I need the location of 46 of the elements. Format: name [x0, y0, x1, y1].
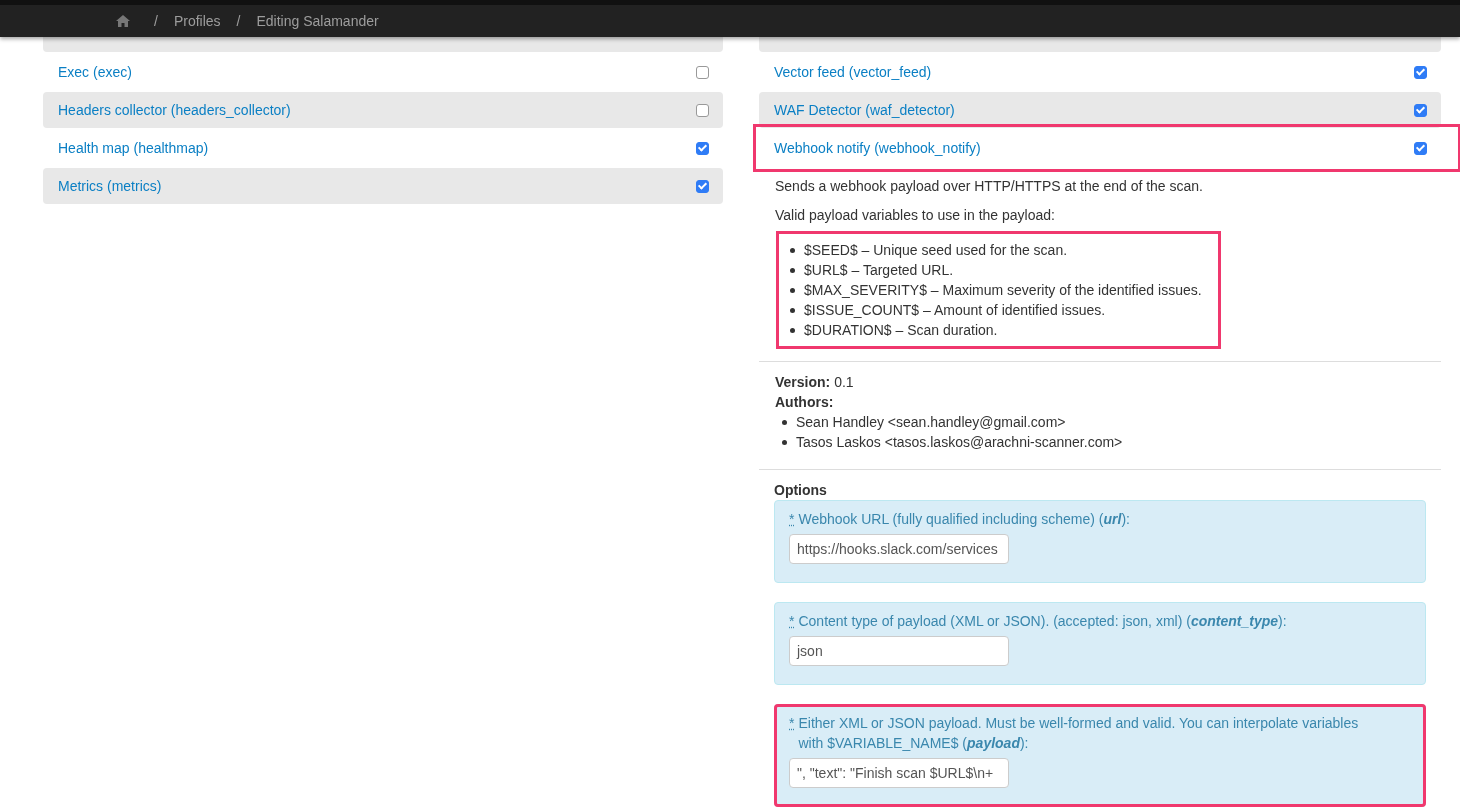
options-heading: Options — [774, 481, 828, 500]
option-label: Content type of payload (XML or JSON). (accepted: json, xml) (content_type): — [798, 612, 1287, 631]
required-mark: * — [789, 714, 795, 733]
list-item-text: Sean Handley <sean.handley@gmail.com> — [796, 413, 1066, 432]
required-mark: * — [789, 612, 795, 631]
plugin-link[interactable]: Metrics (metrics) — [58, 178, 162, 194]
bullet-icon — [782, 439, 787, 445]
option-label: Either XML or JSON payload. Must be well-formed and valid. You can interpolate variables with $VARIABLE_NAME$ (payload): — [798, 714, 1360, 753]
plugin-link[interactable]: Webhook notify (webhook_notify) — [774, 140, 981, 156]
bullet-icon — [782, 419, 787, 425]
checkbox[interactable] — [696, 141, 709, 155]
input-field[interactable]: https://hooks.slack.com/services — [789, 534, 1009, 564]
option-label: Webhook URL (fully qualified including scheme) (url): — [798, 510, 1130, 529]
list-item-text: $URL$ – Targeted URL. — [804, 261, 954, 280]
plugin-link[interactable]: Headers collector (headers_collector) — [58, 102, 291, 118]
plugin-link[interactable]: Vector feed (vector_feed) — [774, 64, 932, 80]
list-item-text: $MAX_SEVERITY$ – Maximum severity of the identified issues. — [804, 281, 1202, 300]
bullet-icon — [790, 327, 795, 333]
checkbox[interactable] — [696, 65, 709, 79]
plugin-link[interactable]: Health map (healthmap) — [58, 140, 209, 156]
version-text: Version: 0.1 — [775, 373, 855, 392]
list-item-text: $ISSUE_COUNT$ – Amount of identified issues. — [804, 301, 1106, 320]
checkbox[interactable] — [696, 103, 709, 117]
plugin-link[interactable]: Exec (exec) — [58, 64, 132, 80]
list-item-text: $DURATION$ – Scan duration. — [804, 321, 998, 340]
home-icon[interactable] — [116, 15, 130, 27]
bullet-icon — [790, 287, 795, 293]
breadcrumb-separator: / — [236, 13, 241, 29]
checkbox[interactable] — [1414, 65, 1427, 79]
input-field[interactable]: ", "text": "Finish scan $URL$\n+ — [789, 758, 1009, 788]
bullet-icon — [790, 247, 795, 253]
checkbox[interactable] — [696, 179, 709, 193]
input-field[interactable]: json — [789, 636, 1009, 666]
checkbox[interactable] — [1414, 103, 1427, 117]
description-text: Sends a webhook payload over HTTP/HTTPS at the end of the scan. — [775, 177, 1204, 196]
breadcrumb-link[interactable]: Profiles — [173, 13, 221, 29]
required-mark: * — [789, 510, 795, 529]
breadcrumb-separator: / — [154, 13, 158, 29]
list-item-text: Tasos Laskos <tasos.laskos@arachni-scanner.com> — [796, 433, 1123, 452]
bullet-icon — [790, 267, 795, 273]
plugin-link[interactable]: WAF Detector (waf_detector) — [774, 102, 955, 118]
variables-intro: Valid payload variables to use in the payload: — [775, 206, 1056, 225]
checkbox[interactable] — [1414, 141, 1427, 155]
bullet-icon — [790, 307, 795, 313]
list-item-text: $SEED$ – Unique seed used for the scan. — [804, 241, 1068, 260]
authors-label: Authors: — [775, 393, 835, 412]
